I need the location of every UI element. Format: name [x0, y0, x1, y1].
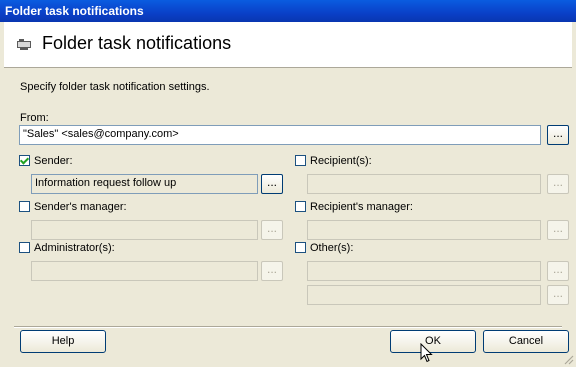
others-label: Other(s): [310, 242, 354, 254]
from-label: From: [20, 112, 49, 124]
sender-browse-button[interactable]: ... [261, 174, 283, 194]
sender-label: Sender: [34, 155, 73, 167]
recipients-manager-browse-button[interactable]: ... [547, 220, 569, 240]
others-field-2[interactable] [307, 285, 541, 305]
recipients-manager-label: Recipient's manager: [310, 201, 413, 213]
administrators-label: Administrator(s): [34, 242, 115, 254]
mouse-pointer-icon [420, 343, 433, 363]
title-bar: Folder task notifications [0, 0, 576, 22]
recipients-browse-button[interactable]: ... [547, 174, 569, 194]
senders-manager-field[interactable] [31, 220, 258, 240]
cancel-button[interactable]: Cancel [483, 330, 569, 353]
others-field-1[interactable] [307, 261, 541, 281]
recipients-checkbox[interactable] [295, 154, 306, 166]
dialog-header-title: Folder task notifications [42, 33, 232, 53]
dialog-window: Folder task notifications Folder task no… [0, 0, 576, 367]
senders-manager-checkbox-row[interactable]: Sender's manager: [19, 200, 127, 215]
recipients-manager-field[interactable] [307, 220, 541, 240]
dialog-header: Folder task notifications [4, 22, 572, 68]
administrators-browse-button[interactable]: ... [261, 261, 283, 281]
sender-checkbox-row[interactable]: Sender: [19, 154, 73, 169]
senders-manager-label: Sender's manager: [34, 201, 127, 213]
resize-grip-icon[interactable] [562, 353, 574, 365]
footer-divider [14, 326, 562, 328]
administrators-checkbox-row[interactable]: Administrator(s): [19, 241, 115, 256]
sender-checkbox[interactable] [19, 154, 30, 166]
recipients-manager-checkbox-row[interactable]: Recipient's manager: [295, 200, 413, 215]
description-text: Specify folder task notification setting… [20, 81, 210, 93]
recipients-checkbox-row[interactable]: Recipient(s): [295, 154, 372, 169]
others-checkbox[interactable] [295, 241, 306, 253]
from-browse-button[interactable]: ... [547, 125, 569, 145]
senders-manager-browse-button[interactable]: ... [261, 220, 283, 240]
recipients-label: Recipient(s): [310, 155, 372, 167]
recipients-field[interactable] [307, 174, 541, 194]
sender-field[interactable]: Information request follow up [31, 174, 258, 194]
others-browse-button-1[interactable]: ... [547, 261, 569, 281]
others-browse-button-2[interactable]: ... [547, 285, 569, 305]
help-button[interactable]: Help [20, 330, 106, 353]
administrators-checkbox[interactable] [19, 241, 30, 253]
from-field[interactable]: "Sales" <sales@company.com> [19, 125, 541, 145]
senders-manager-checkbox[interactable] [19, 200, 30, 212]
folder-task-icon [17, 39, 31, 50]
administrators-field[interactable] [31, 261, 258, 281]
others-checkbox-row[interactable]: Other(s): [295, 241, 354, 256]
recipients-manager-checkbox[interactable] [295, 200, 306, 212]
